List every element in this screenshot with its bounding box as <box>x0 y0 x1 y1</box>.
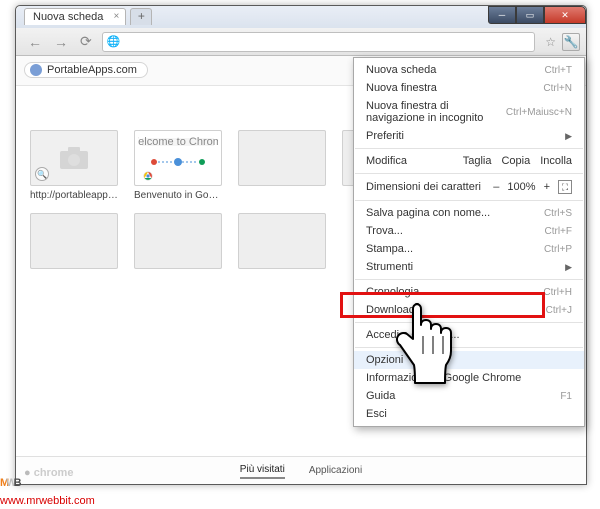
favicon-icon <box>30 64 42 76</box>
edit-cut[interactable]: Taglia <box>463 155 492 167</box>
most-visited-tile-empty[interactable] <box>238 213 326 269</box>
app-chip-portableapps[interactable]: PortableApps.com <box>24 62 148 78</box>
menu-item-signin[interactable]: Accedi a Chrome... <box>354 326 584 344</box>
most-visited-tile[interactable]: Welcome to Chrome Benvenuto in Google... <box>134 130 222 201</box>
thumbnail-empty <box>134 213 222 269</box>
thumbnail: 🔍 <box>30 130 118 186</box>
svg-text:Welcome to Chrome: Welcome to Chrome <box>138 136 218 148</box>
edit-paste[interactable]: Incolla <box>540 155 572 167</box>
magnifier-icon: 🔍 <box>35 167 49 181</box>
menu-item-find[interactable]: Trova...Ctrl+F <box>354 222 584 240</box>
menu-separator <box>355 173 583 174</box>
footer-tab-apps[interactable]: Applicazioni <box>309 463 362 478</box>
menu-item-incognito[interactable]: Nuova finestra di navigazione in incogni… <box>354 97 584 127</box>
menu-separator <box>355 279 583 280</box>
reload-button[interactable]: ⟳ <box>74 33 98 50</box>
menu-item-save-as[interactable]: Salva pagina con nome...Ctrl+S <box>354 204 584 222</box>
menu-item-print[interactable]: Stampa...Ctrl+P <box>354 240 584 258</box>
menu-item-options[interactable]: Opzioni <box>354 351 584 369</box>
bookmark-star-icon[interactable]: ☆ <box>545 35 556 49</box>
watermark: MWB www.mrwebbit.com <box>0 455 95 509</box>
menu-separator <box>355 347 583 348</box>
back-button[interactable]: ← <box>22 34 48 50</box>
menu-item-about[interactable]: Informazioni su Google Chrome <box>354 369 584 387</box>
menu-separator <box>355 322 583 323</box>
most-visited-tile-empty[interactable] <box>30 213 118 269</box>
close-tab-icon[interactable]: × <box>113 11 119 22</box>
menu-item-downloads[interactable]: DownloadCtrl+J <box>354 301 584 319</box>
close-window-button[interactable]: ✕ <box>544 6 586 24</box>
minimize-button[interactable]: ─ <box>488 6 516 24</box>
watermark-logo: MWB <box>0 457 95 499</box>
maximize-button[interactable]: ▭ <box>516 6 544 24</box>
tile-label: http://portableapps.c... <box>30 190 118 201</box>
menu-item-history[interactable]: CronologiaCtrl+H <box>354 283 584 301</box>
most-visited-tile-empty[interactable] <box>134 213 222 269</box>
thumbnail: Welcome to Chrome <box>134 130 222 186</box>
fullscreen-icon[interactable]: ⛶ <box>558 180 572 194</box>
menu-item-new-window[interactable]: Nuova finestraCtrl+N <box>354 79 584 97</box>
ntp-footer: ● chrome Più visitati Applicazioni <box>16 456 586 484</box>
wrench-menu-button[interactable]: 🔧 <box>562 33 580 51</box>
camera-icon <box>59 146 89 170</box>
edit-copy[interactable]: Copia <box>501 155 530 167</box>
thumbnail-empty <box>238 130 326 186</box>
menu-item-tools[interactable]: Strumenti▶ <box>354 258 584 276</box>
menu-separator <box>355 148 583 149</box>
wrench-dropdown-menu: Nuova schedaCtrl+T Nuova finestraCtrl+N … <box>353 57 585 427</box>
tab-strip: Nuova scheda × + <box>24 8 152 25</box>
zoom-out[interactable]: – <box>493 181 499 193</box>
submenu-arrow-icon: ▶ <box>565 131 572 142</box>
menu-item-exit[interactable]: Esci <box>354 405 584 423</box>
most-visited-tile[interactable]: 🔍 http://portableapps.c... <box>30 130 118 201</box>
menu-item-new-tab[interactable]: Nuova schedaCtrl+T <box>354 61 584 79</box>
menu-item-bookmarks[interactable]: Preferiti▶ <box>354 127 584 145</box>
menu-item-help[interactable]: GuidaF1 <box>354 387 584 405</box>
menu-item-zoom: Dimensioni dei caratteri – 100% + ⛶ <box>354 177 584 197</box>
new-tab-button[interactable]: + <box>130 8 152 25</box>
tile-label: Benvenuto in Google... <box>134 190 222 201</box>
most-visited-tile-empty[interactable] <box>238 130 326 201</box>
thumbnail-empty <box>30 213 118 269</box>
window-controls: ─ ▭ ✕ <box>488 6 586 24</box>
zoom-in[interactable]: + <box>544 181 550 193</box>
tab-title: Nuova scheda <box>33 11 103 23</box>
thumbnail-empty <box>238 213 326 269</box>
window-titlebar: Nuova scheda × + ─ ▭ ✕ <box>16 6 586 28</box>
toolbar: ← → ⟳ 🌐 ☆ 🔧 <box>16 28 586 56</box>
forward-button[interactable]: → <box>48 34 74 50</box>
chip-label: PortableApps.com <box>47 64 137 76</box>
address-bar[interactable]: 🌐 <box>102 32 536 52</box>
menu-separator <box>355 200 583 201</box>
watermark-url: www.mrwebbit.com <box>0 495 95 507</box>
browser-tab[interactable]: Nuova scheda × <box>24 8 126 25</box>
site-icon: 🌐 <box>107 35 121 48</box>
footer-tab-most-visited[interactable]: Più visitati <box>240 462 285 479</box>
chrome-welcome-thumbnail-icon: Welcome to Chrome <box>138 134 218 182</box>
zoom-value: 100% <box>507 181 535 193</box>
submenu-arrow-icon: ▶ <box>565 262 572 273</box>
menu-item-edit: Modifica Taglia Copia Incolla <box>354 152 584 170</box>
